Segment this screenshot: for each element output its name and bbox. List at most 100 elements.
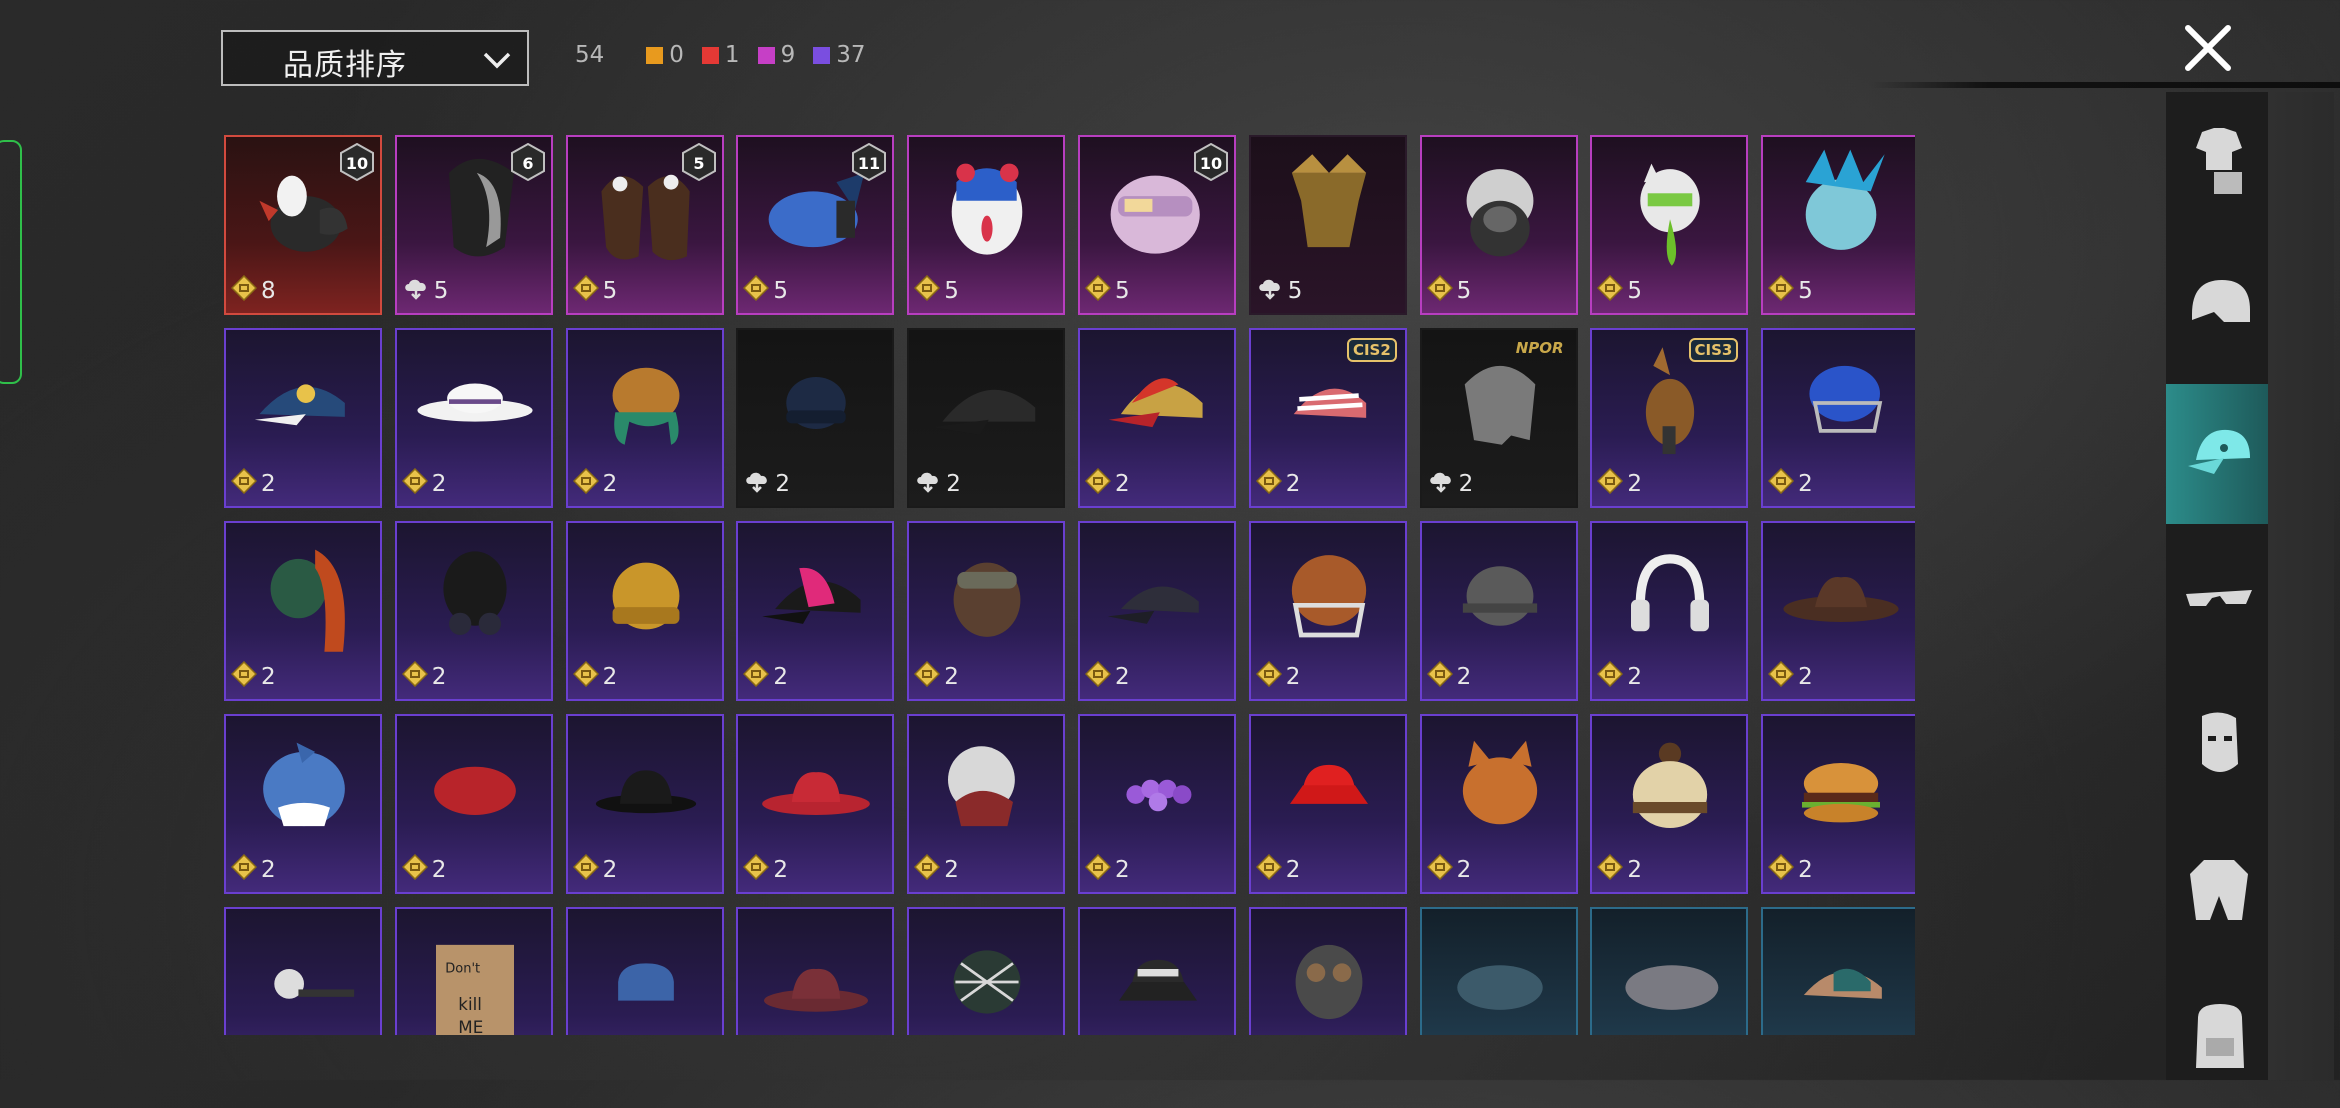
sidebar-item-glasses[interactable] bbox=[2166, 530, 2268, 670]
item-tile-clown-mask[interactable]: 5 bbox=[907, 135, 1066, 315]
level-badge: 11 bbox=[852, 143, 887, 181]
item-tile-striped-cap[interactable]: CIS2 2 bbox=[1248, 328, 1407, 508]
sidebar-item-face-mask[interactable] bbox=[2166, 676, 2268, 816]
item-tile-blue-tech-cap[interactable]: 11 5 bbox=[736, 135, 895, 315]
cost-value: 2 bbox=[946, 471, 961, 497]
item-tile-knit-pompom-hat[interactable]: 2 bbox=[1590, 714, 1749, 894]
item-image bbox=[1804, 968, 1883, 999]
item-tile-head-mirror[interactable] bbox=[224, 907, 382, 1035]
rarity-count: 0 bbox=[669, 42, 684, 68]
item-tile-gas-mask-helmet[interactable]: 5 bbox=[1419, 135, 1578, 315]
item-image bbox=[1289, 764, 1368, 804]
item-tile-neko-helmet[interactable]: 5 bbox=[1590, 135, 1749, 315]
gold-coin-icon bbox=[230, 660, 261, 693]
item-image bbox=[1805, 149, 1885, 250]
cost-value: 5 bbox=[1798, 278, 1813, 304]
item-tile-white-shark-head[interactable]: 2 bbox=[907, 714, 1066, 894]
gold-coin-icon bbox=[572, 660, 603, 693]
item-tile-red-gold-cap[interactable]: 2 bbox=[1077, 328, 1236, 508]
item-tile-dragon-mask[interactable]: 2 bbox=[224, 521, 382, 701]
item-tile-patterned-cap[interactable]: 2 bbox=[224, 328, 382, 508]
item-tile-cardboard-box[interactable]: Don't kill ME bbox=[394, 907, 553, 1035]
gold-coin-icon bbox=[1768, 467, 1798, 500]
item-image bbox=[1462, 566, 1537, 626]
item-cost: 2 bbox=[1597, 467, 1642, 500]
header-divider bbox=[1870, 82, 2340, 88]
item-image bbox=[274, 969, 355, 999]
item-image bbox=[443, 551, 507, 635]
gold-coin-icon bbox=[1255, 853, 1286, 886]
item-tile-blue-sailor-cap[interactable] bbox=[565, 907, 724, 1035]
rarity-swatch bbox=[646, 46, 664, 64]
item-tile-rooster-chef-helmet[interactable]: 10 8 bbox=[224, 135, 382, 315]
cost-value: 2 bbox=[1627, 664, 1643, 690]
item-tile-football-helmet[interactable]: 2 bbox=[1248, 521, 1407, 701]
item-tile-gold-crown[interactable]: 5 bbox=[1248, 135, 1407, 315]
item-image bbox=[1291, 154, 1366, 248]
item-tile-black-bucket-hat[interactable] bbox=[1077, 907, 1236, 1035]
item-tile-wooden-horse-mask[interactable]: CIS3 2 bbox=[1590, 328, 1749, 508]
item-cost: 2 bbox=[1427, 468, 1474, 500]
item-image bbox=[1802, 763, 1881, 823]
item-tile-shark-hood[interactable]: 2 bbox=[224, 714, 382, 894]
cost-value: 5 bbox=[1114, 278, 1130, 304]
close-icon[interactable] bbox=[2182, 22, 2234, 74]
item-tile-red-fedora[interactable]: 2 bbox=[736, 714, 895, 894]
item-tile-flower-crown[interactable]: 2 bbox=[1077, 714, 1236, 894]
item-tile-tan-cap[interactable] bbox=[1761, 907, 1915, 1035]
sort-dropdown[interactable]: 品质排序 bbox=[221, 30, 529, 86]
item-tile-navy-beanie[interactable]: 2 bbox=[736, 328, 895, 508]
sidebar-item-outfit[interactable] bbox=[2166, 92, 2268, 232]
item-tag: CIS3 bbox=[1688, 338, 1739, 362]
item-tile-red-bucket-hat[interactable]: 2 bbox=[1248, 714, 1407, 894]
item-tile-red-beret[interactable]: 2 bbox=[394, 714, 553, 894]
sort-label: 品质排序 bbox=[283, 48, 407, 83]
item-tile-black-cap[interactable]: 2 bbox=[907, 328, 1066, 508]
cost-value: 5 bbox=[1456, 278, 1472, 304]
item-tile-gray-helmet[interactable]: 2 bbox=[1419, 521, 1578, 701]
level-value: 10 bbox=[346, 154, 368, 173]
item-cost: 2 bbox=[572, 660, 617, 693]
gold-coin-icon bbox=[914, 853, 944, 886]
item-tile-cowboy-hat[interactable]: 2 bbox=[1761, 521, 1915, 701]
gold-coin-icon bbox=[743, 853, 773, 886]
item-tile-gray-hair[interactable]: NPOR 2 bbox=[1419, 328, 1578, 508]
item-tile-feather-helmet[interactable]: 5 bbox=[1761, 135, 1915, 315]
item-cost: 2 bbox=[1426, 660, 1471, 693]
item-tile-bunny-hair[interactable]: 55 bbox=[565, 135, 724, 315]
cost-value: 2 bbox=[1458, 471, 1474, 497]
item-tile-dark-cap[interactable]: 2 bbox=[1077, 521, 1236, 701]
item-tile-masked-hood[interactable]: 65 bbox=[394, 135, 553, 315]
item-tile-pink-helmet[interactable]: 10 5 bbox=[1077, 135, 1236, 315]
cost-value: 2 bbox=[1114, 857, 1130, 883]
cloud-download-icon bbox=[1427, 468, 1459, 500]
item-tile-white-sun-hat[interactable]: 2 bbox=[394, 328, 553, 508]
level-value: 10 bbox=[1200, 154, 1222, 173]
item-tile-orange-beanie-hair[interactable]: 2 bbox=[565, 328, 724, 508]
sidebar-item-cap[interactable] bbox=[2166, 384, 2268, 524]
item-tile-teal-beret[interactable] bbox=[1419, 907, 1578, 1035]
gold-coin-icon bbox=[1597, 274, 1627, 307]
item-tile-burger-hat[interactable]: 2 bbox=[1761, 714, 1915, 894]
item-tile-net-bandana[interactable] bbox=[907, 907, 1066, 1035]
item-tile-mustard-beanie[interactable]: 2 bbox=[565, 521, 724, 701]
level-badge: 10 bbox=[340, 143, 374, 181]
item-tile-cricket-helmet[interactable]: 2 bbox=[1761, 328, 1915, 508]
item-cost: 5 bbox=[914, 274, 959, 307]
item-tile-black-gas-mask[interactable]: 2 bbox=[394, 521, 553, 701]
item-tile-cat-mask[interactable]: 2 bbox=[1419, 714, 1578, 894]
item-cost: 5 bbox=[1768, 274, 1813, 307]
sidebar-item-jacket[interactable] bbox=[2166, 822, 2268, 962]
item-tile-pilot-helmet[interactable] bbox=[1248, 907, 1407, 1035]
item-tile-maroon-fedora[interactable] bbox=[736, 907, 895, 1035]
item-tile-black-bowler[interactable]: 2 bbox=[565, 714, 724, 894]
item-image bbox=[762, 567, 861, 624]
item-tile-gray-flat-cap[interactable] bbox=[1590, 907, 1749, 1035]
sidebar-item-helmet[interactable] bbox=[2166, 238, 2268, 378]
item-tile-aviator-hat[interactable]: 2 bbox=[907, 521, 1066, 701]
item-tile-pink-black-cap[interactable]: 2 bbox=[736, 521, 895, 701]
sidebar-item-backpack[interactable] bbox=[2166, 968, 2268, 1108]
item-cost: 2 bbox=[1084, 853, 1130, 886]
gold-coin-icon bbox=[1768, 660, 1798, 693]
item-tile-cat-ear-headphones[interactable]: 2 bbox=[1590, 521, 1749, 701]
